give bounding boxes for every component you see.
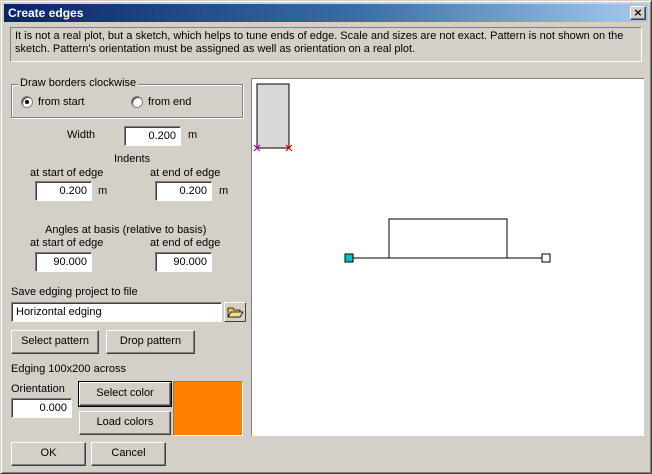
angle-start-field[interactable]: 90.000	[35, 252, 92, 272]
draw-borders-group: Draw borders clockwise from start from e…	[11, 77, 243, 118]
cancel-button[interactable]: Cancel	[91, 442, 166, 466]
ok-button[interactable]: OK	[11, 442, 86, 466]
width-unit: m	[188, 129, 198, 141]
orientation-field[interactable]: 0.000	[11, 398, 72, 418]
indent-end-unit: m	[219, 185, 229, 197]
pattern-name: Edging 100x200 across	[11, 363, 126, 375]
draw-borders-label: Draw borders clockwise	[18, 77, 139, 89]
window-title: Create edges	[8, 6, 84, 20]
save-project-label: Save edging project to file	[11, 286, 138, 298]
edging-rect	[388, 218, 508, 259]
indent-end-label: at end of edge	[150, 167, 221, 179]
radio-from-end[interactable]: from end	[131, 96, 191, 108]
close-button[interactable]: ×	[630, 6, 646, 20]
radio-from-end-indicator[interactable]	[131, 96, 143, 108]
drop-pattern-button[interactable]: Drop pattern	[106, 330, 195, 354]
indent-start-field[interactable]: 0.200	[35, 181, 92, 201]
load-colors-button[interactable]: Load colors	[79, 411, 171, 435]
select-pattern-button[interactable]: Select pattern	[11, 330, 99, 354]
angles-label: Angles at basis (relative to basis)	[45, 224, 207, 236]
edge-start-marker	[344, 253, 354, 263]
orientation-label: Orientation	[11, 383, 65, 395]
radio-from-end-label: from end	[148, 96, 192, 108]
radio-from-start-label: from start	[38, 96, 85, 108]
edge-end-marker	[541, 253, 551, 263]
sketch-note: It is not a real plot, but a sketch, whi…	[10, 27, 642, 62]
indents-label: Indents	[114, 153, 151, 165]
width-field[interactable]: 0.200	[124, 126, 181, 146]
sketch-drawing	[253, 83, 551, 263]
browse-folder-button[interactable]	[224, 302, 246, 322]
indent-start-label: at start of edge	[30, 167, 104, 179]
angle-end-field[interactable]: 90.000	[155, 252, 212, 272]
title-bar[interactable]: Create edges ×	[4, 4, 648, 22]
angle-start-label: at start of edge	[30, 237, 104, 249]
color-swatch[interactable]	[173, 381, 243, 436]
select-color-button[interactable]: Select color	[78, 381, 172, 407]
indent-start-unit: m	[98, 185, 108, 197]
save-file-field[interactable]: Horizontal edging	[11, 302, 222, 322]
radio-from-start[interactable]: from start	[21, 96, 84, 108]
radio-from-start-indicator[interactable]	[21, 96, 33, 108]
width-label: Width	[67, 129, 96, 141]
sketch-canvas[interactable]	[251, 78, 644, 436]
angle-end-label: at end of edge	[150, 237, 221, 249]
folder-open-icon	[227, 307, 244, 318]
pattern-preview-rect	[256, 83, 290, 149]
indent-end-field[interactable]: 0.200	[155, 181, 212, 201]
close-icon: ×	[633, 6, 643, 19]
